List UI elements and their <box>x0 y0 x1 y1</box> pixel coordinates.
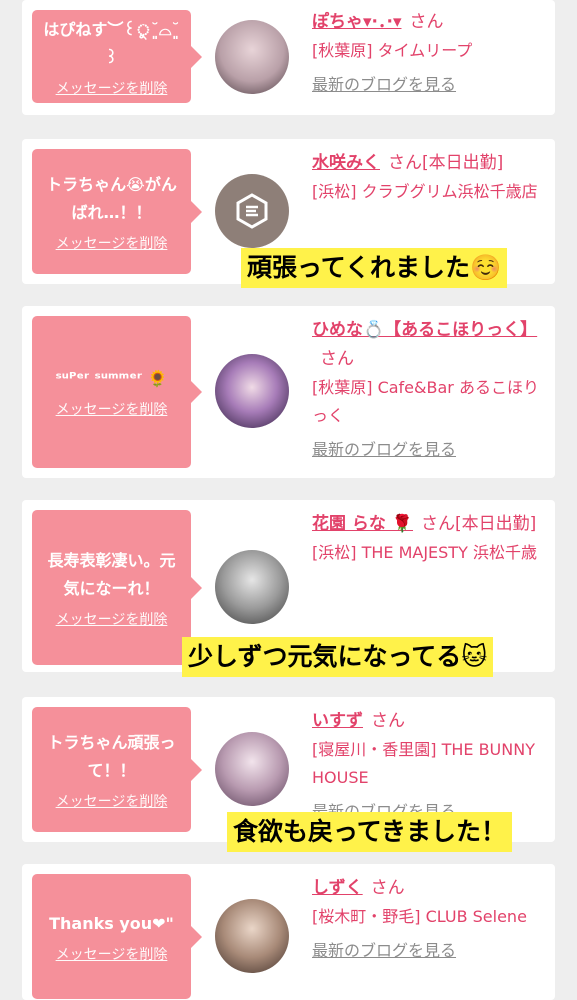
shop-name: [寝屋川・香里園] THE BUNNY HOUSE <box>312 740 535 787</box>
honorific: さん <box>388 153 422 173</box>
shop-name: [秋葉原] タイムリープ <box>312 41 473 60</box>
message-text: 長寿表彰凄い。元気になーれ！ <box>47 550 176 598</box>
cast-name-link[interactable]: ひめな💍【あるこほりっく】 <box>312 320 537 340</box>
status-suffix: [本日出勤] <box>422 153 504 173</box>
avatar[interactable] <box>215 550 289 624</box>
delete-message-link[interactable]: メッセージを削除 <box>56 609 168 629</box>
delete-message-link[interactable]: メッセージを削除 <box>56 78 168 98</box>
latest-blog-link[interactable]: 最新のブログを見る <box>312 436 548 464</box>
delete-message-link[interactable]: メッセージを削除 <box>56 791 168 811</box>
avatar[interactable] <box>215 20 289 94</box>
honorific: さん <box>421 514 456 534</box>
shop-name: [浜松] THE MAJESTY 浜松千歳 <box>312 543 537 562</box>
honorific: さん <box>409 12 444 32</box>
delete-message-link[interactable]: メッセージを削除 <box>56 399 168 419</box>
delete-message-link[interactable]: メッセージを削除 <box>56 233 168 253</box>
message-text: ˢᵘᴾᵉʳ ˢᵘᵐᵐᵉʳ 🌻 <box>55 369 168 388</box>
cast-name-link[interactable]: ぽちゃ▾·．·▾ <box>312 12 401 32</box>
cast-name-link[interactable]: 水咲みく <box>312 153 380 173</box>
message-list: はぴねす︶꒰ু˘͈⌓˘͈꒱ メッセージを削除 ぽちゃ▾·．·▾ さん [秋葉原] … <box>0 0 577 1000</box>
cast-name-link[interactable]: いすず <box>312 711 363 731</box>
overlay-caption: 少しずつ元気になってる🐱 <box>182 637 494 677</box>
avatar[interactable] <box>215 174 289 248</box>
shop-name: [桜木町・野毛] CLUB Selene <box>312 907 527 926</box>
message-text: トラちゃん😭がんばれ…！！ <box>46 174 177 222</box>
avatar[interactable] <box>215 732 289 806</box>
avatar[interactable] <box>215 899 289 973</box>
message-bubble: トラちゃん😭がんばれ…！！ メッセージを削除 <box>32 149 202 274</box>
honorific: さん <box>370 878 405 898</box>
cast-name-link[interactable]: しずく <box>312 878 363 898</box>
overlay-caption: 食欲も戻ってきました！ <box>227 812 513 852</box>
message-card: ˢᵘᴾᵉʳ ˢᵘᵐᵐᵉʳ 🌻 メッセージを削除 ひめな💍【あるこほりっく】さん … <box>22 306 555 478</box>
shop-name: [秋葉原] Cafe&Bar あるこほりっく <box>312 378 539 425</box>
message-card: はぴねす︶꒰ু˘͈⌓˘͈꒱ メッセージを削除 ぽちゃ▾·．·▾ さん [秋葉原] … <box>22 0 555 115</box>
message-text: はぴねす︶꒰ু˘͈⌓˘͈꒱ <box>43 19 180 67</box>
honorific: さん <box>371 711 405 731</box>
honorific: さん <box>320 349 354 369</box>
delete-message-link[interactable]: メッセージを削除 <box>56 944 168 964</box>
overlay-caption: 頑張ってくれました☺️ <box>241 248 508 288</box>
message-bubble: Thanks you❤︎" メッセージを削除 <box>32 874 202 999</box>
latest-blog-link[interactable]: 最新のブログを見る <box>312 71 548 99</box>
message-bubble: ˢᵘᴾᵉʳ ˢᵘᵐᵐᵉʳ 🌻 メッセージを削除 <box>32 316 202 468</box>
message-text: Thanks you❤︎" <box>49 913 174 933</box>
shop-name: [浜松] クラブグリム浜松千歳店 <box>312 182 538 201</box>
latest-blog-link[interactable]: 最新のブログを見る <box>312 937 548 965</box>
status-suffix: [本日出勤] <box>455 514 537 534</box>
cast-name-link[interactable]: 花園 らな 🌹 <box>312 514 413 534</box>
shop-logo-icon <box>236 193 268 229</box>
message-bubble: トラちゃん頑張って！！ メッセージを削除 <box>32 707 202 832</box>
message-bubble: 長寿表彰凄い。元気になーれ！ メッセージを削除 <box>32 510 202 665</box>
message-card: Thanks you❤︎" メッセージを削除 しずく さん [桜木町・野毛] CL… <box>22 864 555 1000</box>
message-bubble: はぴねす︶꒰ু˘͈⌓˘͈꒱ メッセージを削除 <box>32 10 202 103</box>
avatar[interactable] <box>215 354 289 428</box>
message-text: トラちゃん頑張って！！ <box>47 732 176 780</box>
